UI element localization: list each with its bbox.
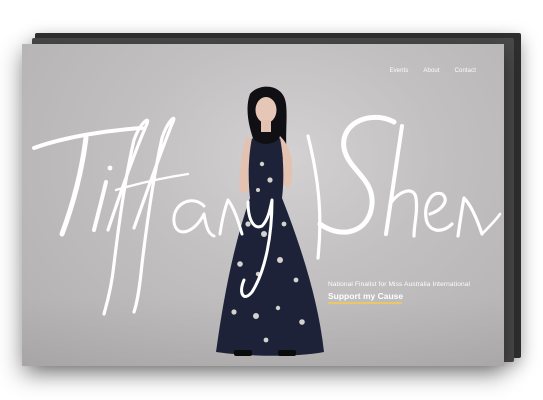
top-navigation: Events About Contact (389, 68, 476, 74)
nav-link-events[interactable]: Events (389, 68, 408, 74)
model-photo (216, 86, 324, 356)
cause-link-underline (328, 302, 402, 304)
hero-page: Events About Contact National Finalist f… (22, 44, 504, 366)
screenshot-stage: Events About Contact National Finalist f… (0, 0, 543, 400)
nav-link-about[interactable]: About (423, 68, 439, 74)
hero-tagline: National Finalist for Miss Australia Int… (328, 281, 471, 288)
support-cause-link[interactable]: Support my Cause (328, 291, 403, 301)
nav-link-contact[interactable]: Contact (455, 68, 476, 74)
